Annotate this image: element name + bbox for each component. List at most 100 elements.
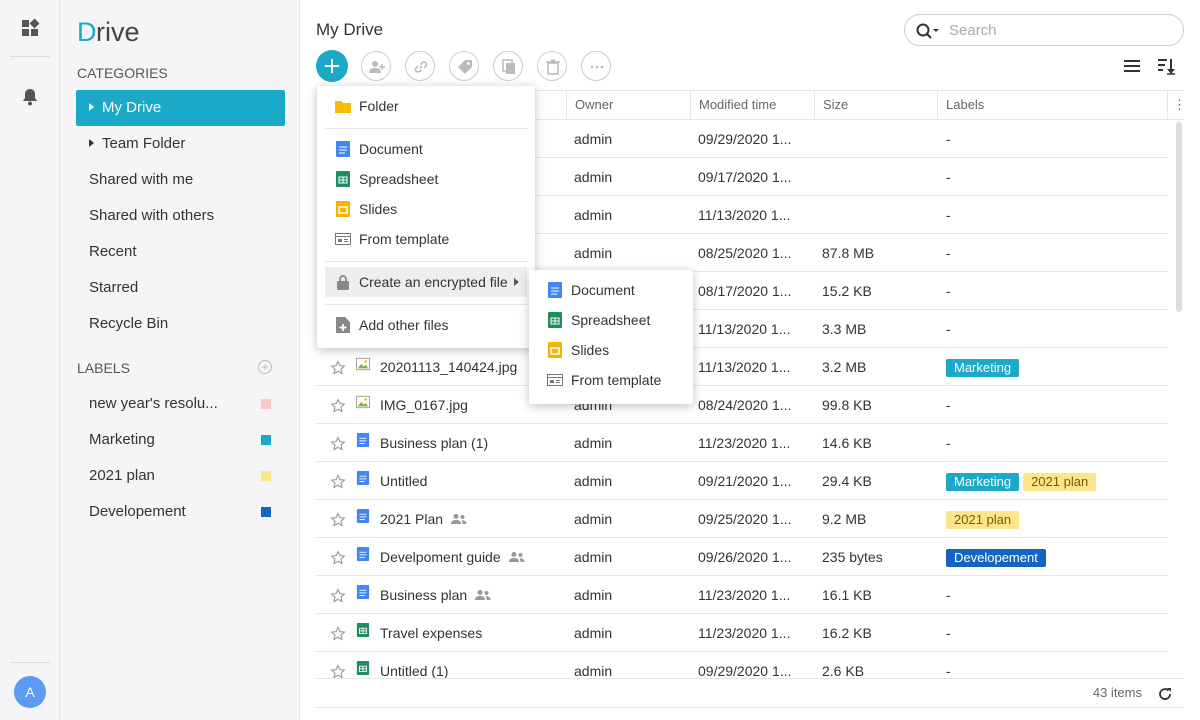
add-user-icon <box>369 61 385 73</box>
plus-icon <box>325 59 339 73</box>
labels-cell: - <box>946 158 951 196</box>
modified-cell: 11/23/2020 1... <box>698 435 791 451</box>
refresh-icon[interactable] <box>1158 687 1172 701</box>
label-item-2021-plan[interactable]: 2021 plan <box>76 458 285 494</box>
label-badge[interactable]: 2021 plan <box>946 511 1020 530</box>
nav-label: My Drive <box>102 99 162 116</box>
label-badge[interactable]: 2021 plan <box>1023 473 1097 492</box>
scrollbar[interactable] <box>1176 122 1182 312</box>
label-item-new-year[interactable]: new year's resolu... <box>76 386 285 422</box>
table-row[interactable]: 2021 Plan admin 09/25/2020 1... 9.2 MB 2021 … <box>316 500 1168 538</box>
label-color-dot <box>261 435 271 445</box>
more-icon <box>590 65 604 69</box>
tag-button[interactable] <box>449 51 479 81</box>
submenu-item-spreadsheet[interactable]: Spreadsheet <box>537 305 685 335</box>
star-icon[interactable] <box>330 360 346 376</box>
submenu-item-slides[interactable]: Slides <box>537 335 685 365</box>
delete-button[interactable] <box>537 51 567 81</box>
table-row[interactable]: Business plan admin 11/23/2020 1... 16.1 KB… <box>316 576 1168 614</box>
menu-item-slides[interactable]: Slides <box>325 194 527 224</box>
file-name-cell[interactable]: Business plan (1) <box>380 424 488 462</box>
column-header-size[interactable]: Size <box>814 91 937 119</box>
search-input[interactable] <box>949 20 1169 40</box>
file-name: 2021 Plan <box>380 511 444 527</box>
label-item-marketing[interactable]: Marketing <box>76 422 285 458</box>
empty-label: - <box>946 663 951 679</box>
search-box[interactable] <box>904 14 1184 46</box>
file-name-cell[interactable]: 2021 Plan <box>380 500 467 538</box>
empty-label: - <box>946 131 951 147</box>
share-user-button[interactable] <box>361 51 391 81</box>
table-row[interactable]: Develpoment guide admin 09/26/2020 1... 235… <box>316 538 1168 576</box>
file-name: 20201113_140424.jpg <box>380 359 518 375</box>
file-name-cell[interactable]: Develpoment guide <box>380 538 525 576</box>
star-icon[interactable] <box>330 398 346 414</box>
menu-item-add-other-files[interactable]: Add other files <box>325 310 527 340</box>
nav-shared-with-others[interactable]: Shared with others <box>76 198 285 234</box>
file-name: Business plan (1) <box>380 435 489 451</box>
bell-icon[interactable] <box>20 87 40 107</box>
table-row[interactable]: Travel expenses admin 11/23/2020 1... 16.2 … <box>316 614 1168 652</box>
caret-right-icon[interactable] <box>89 103 94 111</box>
star-icon[interactable] <box>330 550 346 566</box>
table-row[interactable]: IMG_0167.jpg admin 08/24/2020 1... 99.8 KB - <box>316 386 1168 424</box>
folder-icon <box>335 101 351 113</box>
shared-users-icon <box>475 590 491 600</box>
label-badge[interactable]: Marketing <box>946 359 1020 378</box>
file-name-cell[interactable]: Business plan <box>380 576 491 614</box>
nav-my-drive[interactable]: My Drive <box>76 90 285 126</box>
star-icon[interactable] <box>330 512 346 528</box>
star-icon[interactable] <box>330 588 346 604</box>
column-options-icon[interactable]: ⋮ <box>1167 91 1186 119</box>
file-name-cell[interactable]: Untitled (1) <box>380 652 448 680</box>
copy-button[interactable] <box>493 51 523 81</box>
file-name-cell[interactable]: Travel expenses <box>380 614 482 652</box>
labels-cell: Developement <box>946 538 1050 576</box>
nav-shared-with-me[interactable]: Shared with me <box>76 162 285 198</box>
menu-item-folder[interactable]: Folder <box>325 91 527 121</box>
file-name-cell[interactable]: 20201113_140424.jpg <box>380 348 517 386</box>
menu-item-from-template[interactable]: From template <box>325 224 527 254</box>
link-button[interactable] <box>405 51 435 81</box>
label-name: Developement <box>89 503 186 520</box>
nav-recent[interactable]: Recent <box>76 234 285 270</box>
size-cell: 9.2 MB <box>822 511 867 527</box>
label-badge[interactable]: Developement <box>946 549 1046 568</box>
column-header-modified[interactable]: Modified time <box>690 91 814 119</box>
column-header-owner[interactable]: Owner <box>566 91 690 119</box>
menu-item-document[interactable]: Document <box>325 134 527 164</box>
new-button[interactable] <box>316 50 348 82</box>
nav-team-folder[interactable]: Team Folder <box>76 126 285 162</box>
menu-item-encrypted-file[interactable]: Create an encrypted file <box>325 267 527 297</box>
modified-cell: 08/17/2020 1... <box>698 283 792 299</box>
label-item-developement[interactable]: Developement <box>76 494 285 530</box>
menu-item-label: Slides <box>571 342 610 358</box>
menu-item-spreadsheet[interactable]: Spreadsheet <box>325 164 527 194</box>
column-header-labels[interactable]: Labels <box>937 91 1167 119</box>
submenu-item-from-template[interactable]: From template <box>537 365 685 395</box>
table-row[interactable]: Business plan (1) admin 11/23/2020 1... 14.… <box>316 424 1168 462</box>
table-row[interactable]: 20201113_140424.jpgadmin11/13/2020 1...3… <box>316 348 1168 386</box>
nav-recycle-bin[interactable]: Recycle Bin <box>76 306 285 342</box>
add-label-icon[interactable]: + <box>258 360 272 374</box>
nav-starred[interactable]: Starred <box>76 270 285 306</box>
labels-cell: - <box>946 614 951 652</box>
star-icon[interactable] <box>330 474 346 490</box>
apps-icon[interactable] <box>20 18 40 38</box>
caret-right-icon[interactable] <box>89 139 94 147</box>
sort-icon[interactable] <box>1156 56 1176 76</box>
owner-cell: admin <box>574 549 613 565</box>
file-name-cell[interactable]: IMG_0167.jpg <box>380 386 468 424</box>
submenu-arrow-icon <box>514 278 519 286</box>
search-icon[interactable] <box>915 22 939 40</box>
list-view-icon[interactable] <box>1122 56 1142 76</box>
more-button[interactable] <box>581 51 611 81</box>
table-row[interactable]: Untitled (1) admin 09/29/2020 1... 2.6 KB - <box>316 652 1168 680</box>
label-badge[interactable]: Marketing <box>946 473 1020 492</box>
star-icon[interactable] <box>330 626 346 642</box>
avatar[interactable]: A <box>14 676 46 708</box>
file-name-cell[interactable]: Untitled <box>380 462 427 500</box>
submenu-item-document[interactable]: Document <box>537 275 685 305</box>
table-row[interactable]: Untitled admin 09/21/2020 1... 29.4 KB Marke… <box>316 462 1168 500</box>
star-icon[interactable] <box>330 436 346 452</box>
